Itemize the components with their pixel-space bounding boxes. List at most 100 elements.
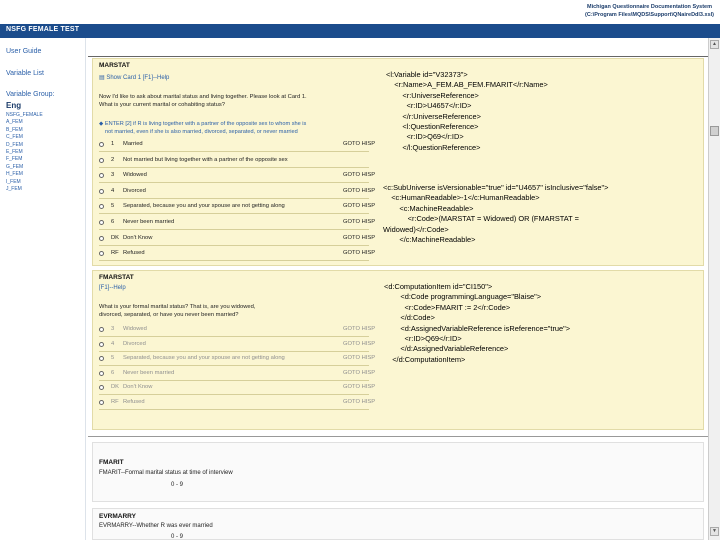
option-separator (99, 336, 369, 337)
answer-option[interactable]: RF Refused GOTO HISP (99, 250, 399, 259)
main-content: MARSTAT ▤ Show Card 1 [F1]--Help Now I'd… (88, 38, 708, 540)
vertical-scrollbar[interactable]: ▲ ▼ (708, 38, 720, 540)
xml-line: <d:ComputationItem id="CI150"> (384, 282, 493, 291)
answer-option[interactable]: 6 Never been married GOTO HISP (99, 219, 399, 228)
option-label: Not married but living together with a p… (123, 156, 288, 163)
question-name: FMARSTAT (99, 274, 134, 281)
option-code: 6 (111, 369, 115, 376)
radio-icon[interactable] (99, 204, 104, 210)
radio-icon[interactable] (99, 327, 104, 332)
radio-icon[interactable] (99, 188, 104, 194)
app-title: NSFG FEMALE TEST (6, 26, 80, 33)
option-goto: GOTO HISP (343, 203, 376, 210)
xml-variable-block: <l:Variable id="V32373"> <r:Name>A_FEM.A… (386, 70, 548, 153)
radio-icon[interactable] (99, 142, 104, 147)
option-separator (99, 182, 369, 184)
variable-name: FMARIT (99, 459, 124, 466)
answer-option[interactable]: 2 Not married but living together with a … (99, 157, 399, 166)
answer-option[interactable]: 3 Widowed GOTO HISP (99, 326, 399, 335)
xml-line: </c:MachineReadable> (383, 235, 476, 245)
xml-line: </l:QuestionReference> (386, 142, 481, 152)
option-separator (99, 229, 369, 230)
option-goto: GOTO HISP (343, 187, 376, 194)
option-code: 2 (111, 156, 115, 163)
option-label: Don't Know (123, 234, 153, 241)
option-code: 3 (111, 172, 115, 179)
question-name: MARSTAT (99, 62, 130, 69)
fmarit-variable-panel: FMARIT FMARIT--Formal marital status at … (92, 442, 704, 502)
variable-name: EVRMARRY (99, 513, 136, 520)
group-link[interactable]: J_FEM (6, 186, 43, 193)
variable-list-link[interactable]: Variable List (6, 70, 44, 77)
group-link[interactable]: A_FEM (6, 119, 43, 126)
option-label: Widowed (123, 326, 147, 332)
system-title: Michigan Questionnaire Documentation Sys… (585, 3, 714, 19)
answer-option[interactable]: 4 Divorced GOTO HISP (99, 188, 399, 197)
option-code: 5 (111, 355, 115, 362)
scroll-up-icon[interactable]: ▲ (710, 40, 719, 49)
radio-icon[interactable] (99, 341, 104, 347)
answer-option[interactable]: 5 Separated, because you and your spouse … (99, 203, 399, 212)
variable-group-list: NSFG_FEMALE A_FEM B_FEM C_FEM D_FEM E_FEM F_FE… (6, 112, 43, 193)
radio-icon[interactable] (99, 157, 104, 163)
answer-option[interactable]: DK Don't Know GOTO HISP (99, 384, 399, 393)
radio-icon[interactable] (99, 370, 104, 376)
answer-option[interactable]: 1 Married GOTO HISP (99, 141, 399, 150)
xml-line: <d:Code programmingLanguage="Blaise"> (384, 292, 542, 302)
radio-icon[interactable] (99, 220, 104, 225)
group-link[interactable]: H_FEM (6, 171, 43, 178)
evrmarry-variable-panel: EVRMARRY EVRMARRY--Whether R was ever ma… (92, 508, 704, 540)
option-separator (99, 260, 369, 262)
option-label: Separated, because you and your spouse a… (123, 355, 285, 362)
answer-option[interactable]: 4 Divorced GOTO HISP (99, 341, 399, 350)
answer-option[interactable]: 5 Separated, because you and your spouse … (99, 355, 399, 364)
radio-icon[interactable] (99, 400, 104, 405)
answer-option[interactable]: 3 Widowed GOTO HISP (99, 172, 399, 181)
option-separator (99, 166, 369, 168)
xml-subuniverse-block: <c:SubUniverse isVersionable="true" id="… (383, 183, 608, 245)
user-guide-link[interactable]: User Guide (6, 48, 41, 55)
xml-line: <r:UniverseReference> (386, 90, 479, 100)
radio-icon[interactable] (99, 251, 104, 257)
option-separator (99, 213, 369, 215)
option-goto: GOTO HISP (343, 355, 376, 362)
instruction-line1-text: ENTER [2] if R is living together with a… (104, 121, 307, 127)
option-goto: GOTO HISP (343, 141, 376, 147)
group-link[interactable]: D_FEM (6, 142, 43, 149)
question-text-line1: Now I'd like to ask about marital status… (99, 94, 307, 100)
option-code: DK (111, 384, 120, 391)
app-title-bar: NSFG FEMALE TEST (0, 24, 720, 38)
group-link[interactable]: E_FEM (6, 149, 43, 156)
xml-line: <l:Variable id="V32373"> (386, 70, 468, 79)
variable-range: 0 - 9 (171, 534, 184, 540)
option-code: 1 (111, 141, 115, 147)
scroll-thumb[interactable] (710, 126, 719, 136)
answer-option[interactable]: 6 Never been married GOTO HISP (99, 370, 399, 379)
xml-line: Widowed)</r:Code> (383, 224, 449, 234)
xml-line: <r:ID>Q69</r:ID> (384, 334, 462, 344)
xml-line: </d:Code> (384, 313, 435, 323)
option-label: Divorced (123, 340, 146, 347)
show-card-help-link[interactable]: ▤ Show Card 1 [F1]--Help (99, 74, 169, 81)
answer-option[interactable]: DK Don't Know GOTO HISP (99, 235, 399, 244)
option-code: 5 (111, 203, 115, 210)
group-link[interactable]: I_FEM (6, 179, 43, 186)
group-link[interactable]: G_FEM (6, 164, 43, 171)
divider (88, 436, 708, 437)
answer-option[interactable]: RF Refused GOTO HISP (99, 399, 399, 408)
radio-icon[interactable] (99, 173, 104, 179)
option-label: Widowed (123, 172, 147, 179)
radio-icon[interactable] (99, 235, 104, 241)
group-link[interactable]: F_FEM (6, 156, 43, 163)
radio-icon[interactable] (99, 356, 104, 362)
group-link[interactable]: NSFG_FEMALE (6, 112, 43, 119)
option-goto: GOTO HISP (343, 250, 376, 257)
group-link[interactable]: B_FEM (6, 127, 43, 134)
scroll-down-icon[interactable]: ▼ (710, 527, 719, 536)
option-separator (99, 151, 369, 152)
variable-group-label: Variable Group: (6, 91, 55, 98)
xml-line: <c:SubUniverse isVersionable="true" id="… (383, 183, 609, 192)
help-link[interactable]: [F1]--Help (99, 285, 126, 291)
group-link[interactable]: C_FEM (6, 134, 43, 141)
radio-icon[interactable] (99, 385, 104, 391)
